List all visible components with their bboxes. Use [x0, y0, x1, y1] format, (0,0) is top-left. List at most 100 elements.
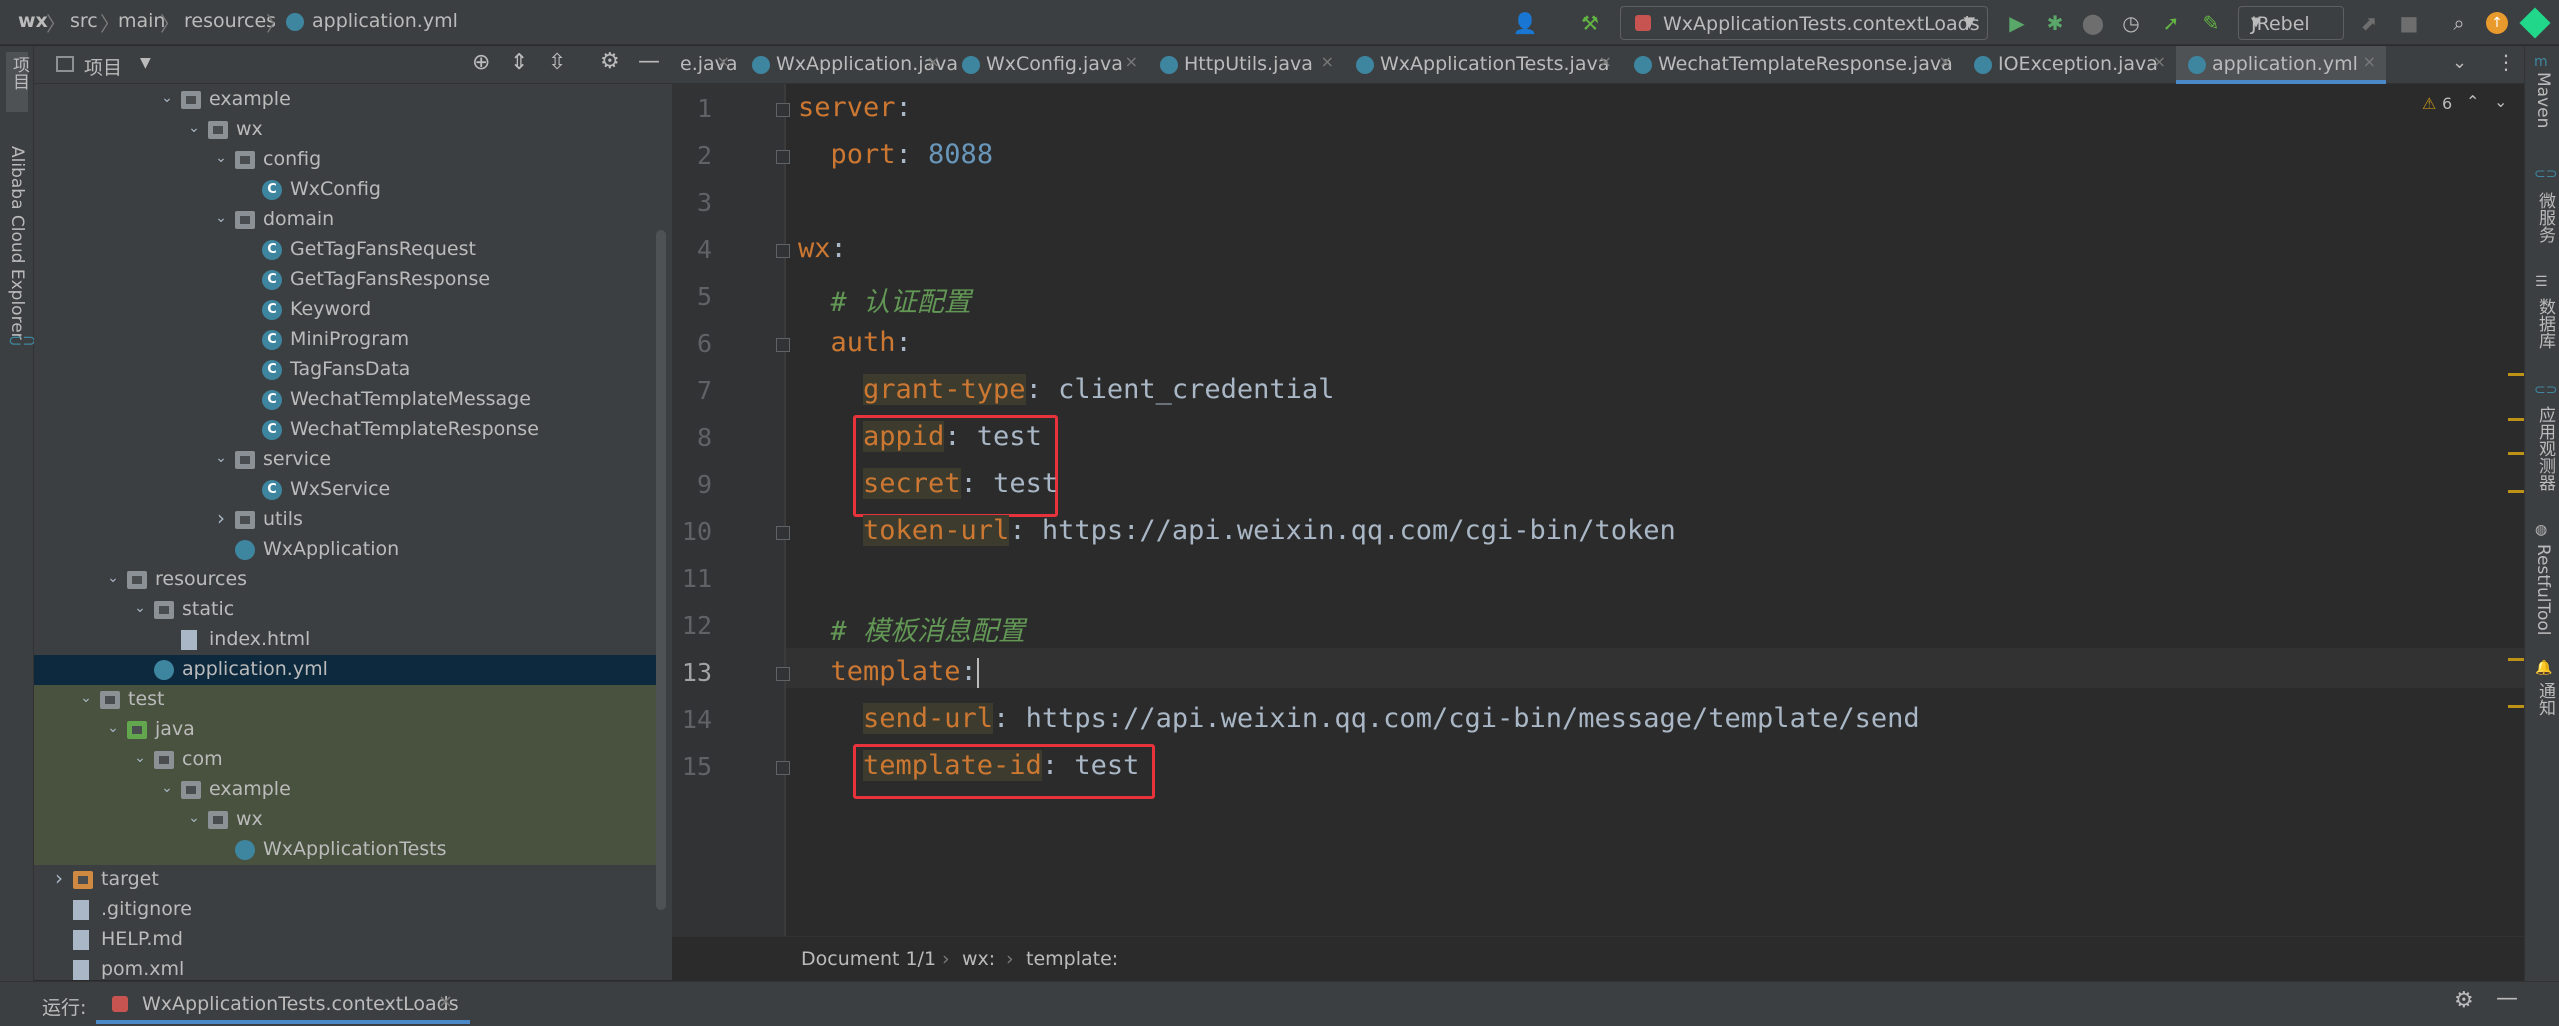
chevron-down-icon[interactable]: ⌄ [159, 780, 175, 796]
tree-item[interactable]: ⌄ static [34, 595, 658, 625]
line-number[interactable]: 3 [672, 188, 712, 217]
line-number[interactable]: 10 [672, 517, 712, 546]
chevron-down-icon[interactable]: ⌄ [213, 150, 229, 166]
editor-tab[interactable]: WxApplicationTests.java × [1344, 46, 1622, 84]
tree-item[interactable]: WxApplication [34, 535, 658, 565]
close-icon[interactable]: × [1125, 52, 1138, 71]
tree-item[interactable]: ⌄ wx [34, 115, 658, 145]
breadcrumb-project[interactable]: wx [18, 10, 48, 32]
code-line[interactable]: server: [798, 92, 912, 123]
tree-item[interactable]: C WxConfig [34, 175, 658, 205]
code-line[interactable]: # 认证配置 [831, 280, 972, 319]
close-icon[interactable]: × [927, 52, 940, 71]
tree-item[interactable]: pom.xml [34, 955, 658, 980]
tree-item[interactable]: WxApplicationTests [34, 835, 658, 865]
hide-panel-icon[interactable]: — [2496, 986, 2518, 1011]
tree-item[interactable]: ⌄ service [34, 445, 658, 475]
breadcrumb-src[interactable]: src [70, 10, 98, 32]
restful-tool-tab[interactable]: RestfulTool [2533, 544, 2553, 636]
code-line[interactable]: template-id: test [863, 750, 1139, 781]
chevron-down-icon[interactable]: ⌄ [186, 810, 202, 826]
tree-item[interactable]: C WxService [34, 475, 658, 505]
user-icon[interactable]: 👤 [1510, 8, 1540, 38]
document-indicator[interactable]: Document 1/1 [801, 948, 936, 970]
close-icon[interactable]: × [2153, 52, 2166, 71]
coverage-icon[interactable]: ⬤ [2078, 8, 2108, 38]
scroll-marker[interactable] [2508, 705, 2524, 708]
tree-item[interactable]: ⌄ wx [34, 805, 658, 835]
tree-item[interactable]: › utils [34, 505, 658, 535]
gear-icon[interactable]: ⚙ [600, 49, 620, 74]
run-icon[interactable]: ▶ [2002, 8, 2032, 38]
chevron-up-icon[interactable]: ⌃ [2466, 92, 2479, 111]
close-icon[interactable]: × [1599, 52, 1612, 71]
close-icon[interactable]: × [438, 991, 453, 1012]
code-line[interactable]: # 模板消息配置 [831, 609, 1026, 648]
editor-tab[interactable]: WxApplication.java × [740, 46, 958, 84]
fold-marker-icon[interactable] [776, 667, 790, 681]
tree-item[interactable]: ⌄ example [34, 85, 658, 115]
code-line[interactable]: send-url: https://api.weixin.qq.com/cgi-… [863, 703, 1920, 734]
line-number[interactable]: 4 [672, 235, 712, 264]
line-number[interactable]: 7 [672, 376, 712, 405]
code-line[interactable]: auth: [831, 327, 912, 358]
editor-tab[interactable]: e.java × [672, 46, 740, 84]
expand-all-icon[interactable]: ⇕ [510, 50, 528, 75]
tree-item[interactable]: application.yml [34, 655, 658, 685]
code-line[interactable]: wx: [798, 233, 847, 264]
more-tabs-icon[interactable]: ⋮ [2496, 50, 2516, 74]
tree-item[interactable]: C TagFansData [34, 355, 658, 385]
line-number[interactable]: 9 [672, 470, 712, 499]
fold-marker-icon[interactable] [776, 103, 790, 117]
breadcrumb-main[interactable]: main [118, 10, 165, 32]
update-icon[interactable]: ⬈ [2354, 8, 2384, 38]
toolbox-icon[interactable] [2519, 7, 2551, 39]
tree-item[interactable]: C MiniProgram [34, 325, 658, 355]
alibaba-cloud-explorer-tab[interactable]: Alibaba Cloud Explorer [7, 146, 27, 340]
tree-item[interactable]: ⌄ resources [34, 565, 658, 595]
tree-item[interactable]: .gitignore [34, 895, 658, 925]
code-line[interactable]: port: 8088 [831, 139, 994, 170]
line-number[interactable]: 5 [672, 282, 712, 311]
tree-item[interactable]: C WechatTemplateMessage [34, 385, 658, 415]
tree-item[interactable]: ⌄ test [34, 685, 658, 715]
warning-count[interactable]: 6 [2442, 94, 2452, 113]
chevron-down-icon[interactable]: ⌄ [2494, 92, 2507, 111]
tree-item[interactable]: › target [34, 865, 658, 895]
chevron-down-icon[interactable]: ▼ [140, 55, 151, 71]
fold-marker-icon[interactable] [776, 338, 790, 352]
locate-file-icon[interactable]: ⊕ [472, 50, 490, 75]
scroll-marker[interactable] [2508, 490, 2524, 493]
chevron-right-icon[interactable]: › [51, 866, 67, 890]
tree-item[interactable]: ⌄ java [34, 715, 658, 745]
code-line[interactable]: grant-type: client_credential [863, 374, 1334, 405]
tree-scrollbar[interactable] [656, 230, 666, 910]
build-hammer-icon[interactable]: ⚒ [1575, 8, 1605, 38]
editor-tab[interactable]: HttpUtils.java × [1148, 46, 1344, 84]
project-panel-title[interactable]: 项目 [84, 53, 122, 80]
breadcrumb-resources[interactable]: resources [184, 10, 276, 32]
code-line[interactable]: appid: test [863, 421, 1042, 452]
breadcrumb-file[interactable]: application.yml [312, 10, 458, 32]
tree-item[interactable]: C Keyword [34, 295, 658, 325]
line-number[interactable]: 8 [672, 423, 712, 452]
tree-item[interactable]: ⌄ com [34, 745, 658, 775]
tree-item[interactable]: C GetTagFansResponse [34, 265, 658, 295]
run-tab-label[interactable]: WxApplicationTests.contextLoads [142, 993, 459, 1015]
editor-tab[interactable]: application.yml × [2176, 46, 2386, 84]
breadcrumb-wx[interactable]: wx: [962, 948, 995, 970]
scroll-marker[interactable] [2508, 658, 2524, 661]
hide-panel-icon[interactable]: — [638, 49, 660, 74]
app-observer-tab[interactable]: 应用观测器 [2533, 406, 2558, 491]
jrebel-run-icon[interactable]: ➚ [2156, 8, 2186, 38]
editor-scrollbar[interactable] [2508, 84, 2524, 936]
breadcrumb-template[interactable]: template: [1026, 948, 1118, 970]
tree-item[interactable]: C GetTagFansRequest [34, 235, 658, 265]
maven-tab[interactable]: Maven [2533, 72, 2553, 128]
close-icon[interactable]: × [1321, 52, 1334, 71]
microservice-tab[interactable]: 微服务 [2533, 192, 2558, 243]
line-number[interactable]: 14 [672, 705, 712, 734]
search-icon[interactable]: ⌕ [2444, 8, 2474, 38]
fold-marker-icon[interactable] [776, 761, 790, 775]
jrebel-select[interactable]: JRebel ▼ [2238, 6, 2344, 40]
